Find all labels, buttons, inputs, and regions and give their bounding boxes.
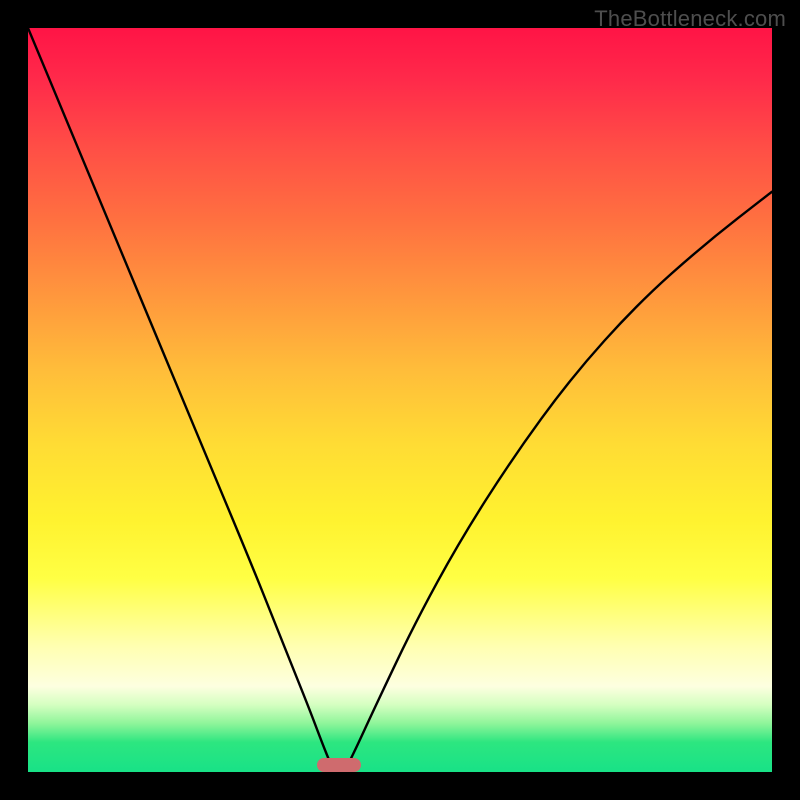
minimum-marker [317, 758, 361, 772]
plot-area [28, 28, 772, 772]
right-curve [344, 192, 772, 772]
curve-layer [28, 28, 772, 772]
left-curve [28, 28, 335, 772]
outer-frame: TheBottleneck.com [0, 0, 800, 800]
